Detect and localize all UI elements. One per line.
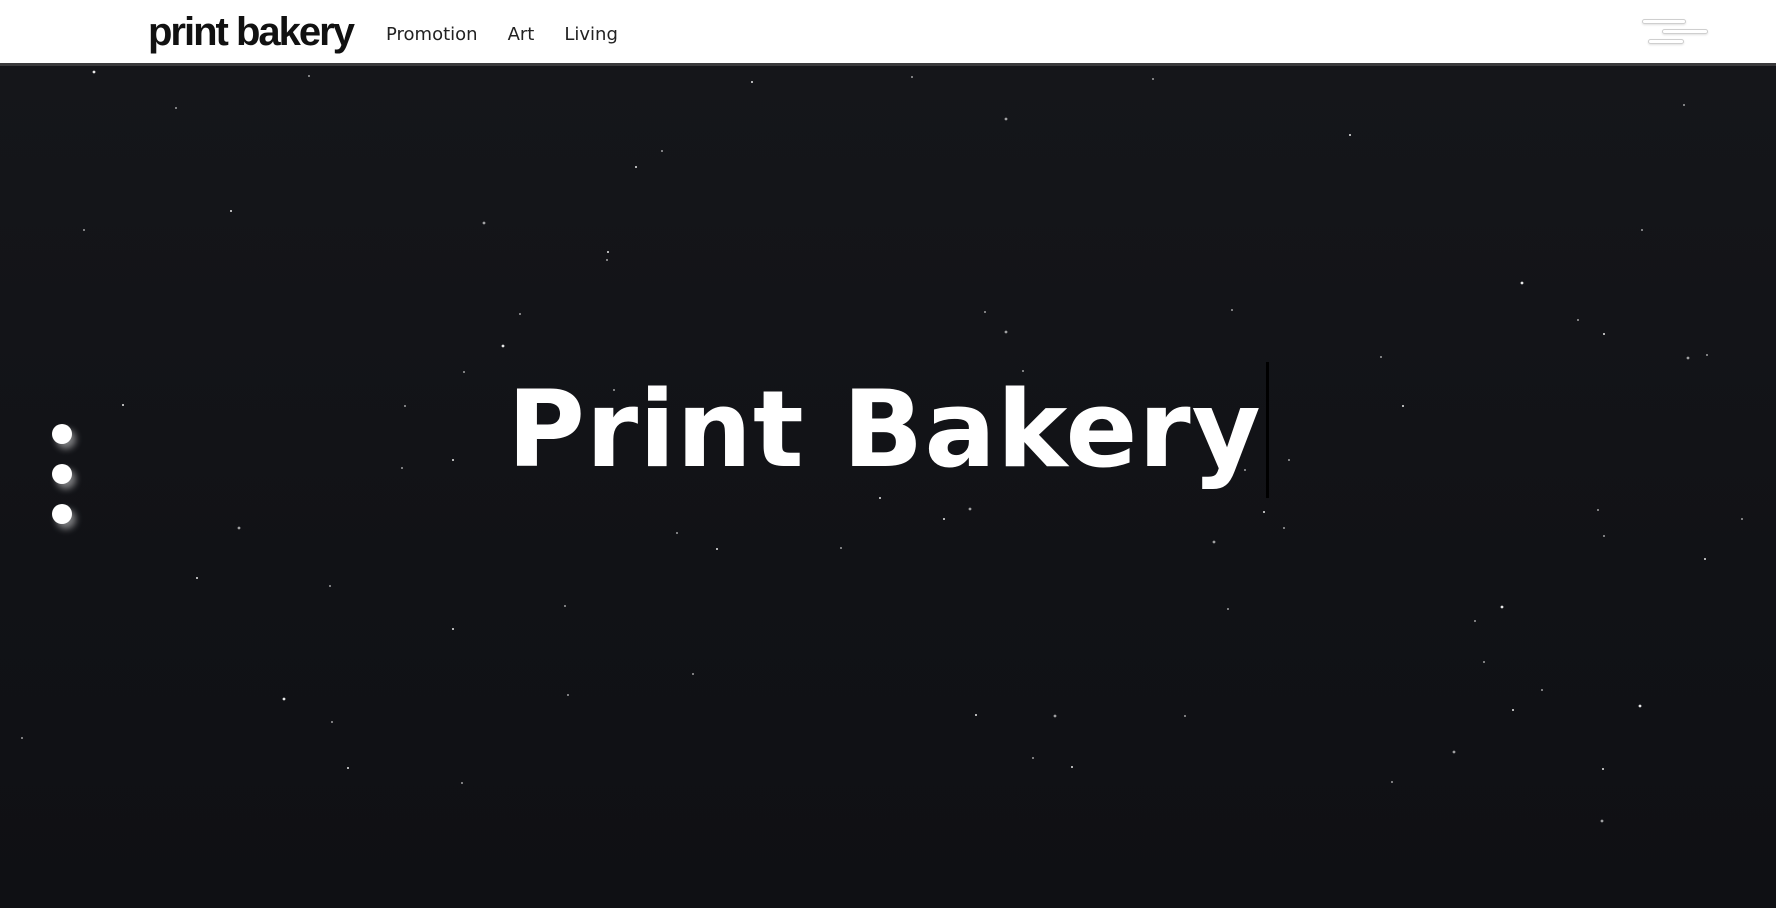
star (308, 75, 310, 77)
star (1452, 750, 1456, 754)
star (840, 547, 842, 549)
main-nav: Promotion Art Living (386, 22, 618, 48)
star (1706, 354, 1708, 356)
star (1263, 511, 1265, 513)
star (175, 107, 177, 109)
star (661, 150, 663, 152)
page-dot-3[interactable] (52, 504, 72, 524)
star (635, 166, 637, 168)
star (452, 628, 454, 630)
star (1227, 608, 1229, 610)
hero-section: Print Bakery (0, 66, 1776, 908)
star (984, 311, 986, 313)
nav-item-art[interactable]: Art (508, 22, 535, 48)
menu-button[interactable] (1642, 16, 1708, 50)
star (1184, 715, 1186, 717)
site-header: print bakery Promotion Art Living (0, 0, 1776, 66)
star (482, 221, 486, 225)
star (1686, 356, 1690, 360)
star (751, 81, 753, 83)
star (676, 532, 678, 534)
star (567, 694, 569, 696)
star (1004, 330, 1008, 334)
page: print bakery Promotion Art Living Print … (0, 0, 1776, 908)
star (1541, 689, 1543, 691)
page-dot-1[interactable] (52, 424, 72, 444)
star (1597, 509, 1599, 511)
star (1741, 518, 1743, 520)
star (692, 673, 694, 675)
nav-item-promotion[interactable]: Promotion (386, 22, 478, 48)
star (1603, 333, 1605, 335)
star (1704, 558, 1706, 560)
star (1683, 104, 1685, 106)
star (1212, 540, 1216, 544)
hero-title-container: Print Bakery (0, 362, 1776, 498)
star (230, 210, 232, 212)
star (1474, 620, 1476, 622)
star (1600, 819, 1604, 823)
star (329, 585, 331, 587)
star (347, 767, 349, 769)
hamburger-menu-icon-line (1648, 39, 1684, 44)
star (911, 76, 913, 78)
star (83, 229, 85, 231)
star (1004, 117, 1008, 121)
star (461, 782, 463, 784)
star (21, 737, 23, 739)
hamburger-menu-icon (1642, 19, 1686, 24)
star (501, 344, 505, 348)
star (92, 70, 96, 74)
star (1483, 661, 1485, 663)
star (1053, 714, 1057, 718)
star (1603, 535, 1605, 537)
star (1032, 757, 1034, 759)
star (1512, 709, 1514, 711)
star (282, 697, 286, 701)
star (1152, 78, 1154, 80)
star (1071, 766, 1073, 768)
star (1520, 281, 1524, 285)
star (1500, 605, 1504, 609)
star (237, 526, 241, 530)
star (519, 313, 521, 315)
star (943, 518, 945, 520)
star (1602, 768, 1604, 770)
star (607, 251, 609, 253)
star (1391, 781, 1393, 783)
star (1283, 527, 1285, 529)
hamburger-menu-icon-line (1662, 29, 1708, 34)
star (1641, 229, 1643, 231)
star (1231, 309, 1233, 311)
star (196, 577, 198, 579)
star (968, 507, 972, 511)
star (975, 714, 977, 716)
star (606, 259, 608, 261)
star (1349, 134, 1351, 136)
hero-title: Print Bakery (507, 362, 1269, 498)
star (1638, 704, 1642, 708)
site-logo[interactable]: print bakery (148, 8, 355, 56)
star (1577, 319, 1579, 321)
star (1380, 356, 1382, 358)
star (716, 548, 718, 550)
nav-item-living[interactable]: Living (564, 22, 618, 48)
star (564, 605, 566, 607)
side-page-indicator (52, 424, 72, 544)
star (331, 721, 333, 723)
page-dot-2[interactable] (52, 464, 72, 484)
